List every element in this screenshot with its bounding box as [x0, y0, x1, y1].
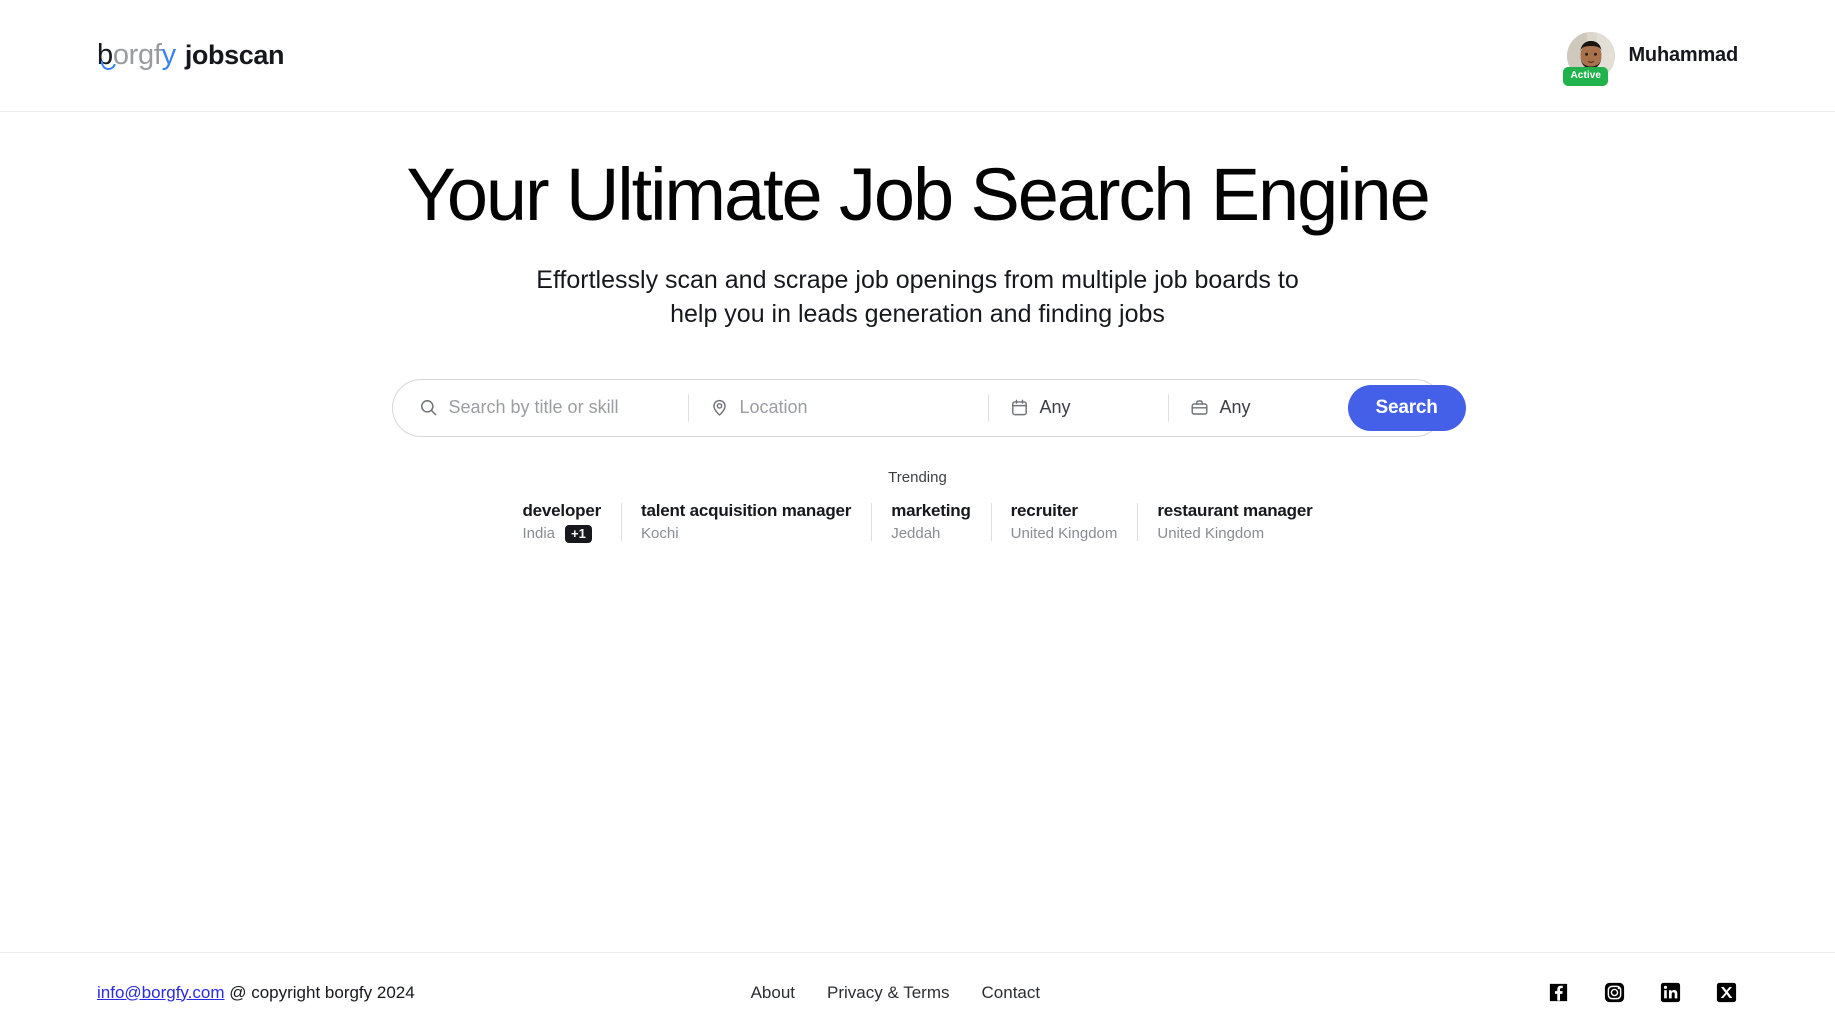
trending-item-location: United Kingdom: [1157, 524, 1265, 542]
app-page: borgfy jobscan Active Muhammad Your Ulti…: [0, 0, 1835, 1032]
footer-nav: About Privacy & Terms Contact: [415, 983, 1546, 1003]
date-posted-select[interactable]: Any: [988, 380, 1168, 436]
trending-item-title: talent acquisition manager: [641, 500, 852, 520]
trending-item-title: recruiter: [1010, 500, 1078, 520]
job-search-bar: Any Any Search: [391, 378, 1466, 437]
app-footer: info@borgfy.com @ copyright borgfy 2024 …: [0, 952, 1835, 1032]
calendar-icon: [1010, 398, 1029, 417]
trending-item[interactable]: talent acquisition manager Kochi: [621, 501, 871, 543]
app-header: borgfy jobscan Active Muhammad: [0, 0, 1835, 112]
briefcase-icon: [1190, 398, 1209, 417]
footer-social-links: [1546, 981, 1738, 1005]
x-twitter-icon[interactable]: [1714, 981, 1738, 1005]
logo-letters-orgf: orgf: [112, 39, 162, 71]
date-posted-value: Any: [1039, 397, 1071, 418]
trending-item[interactable]: restaurant manager United Kingdom: [1137, 501, 1332, 543]
user-profile-menu[interactable]: Active Muhammad: [1563, 31, 1738, 86]
trending-item-meta: Kochi: [641, 525, 851, 542]
trending-item-meta: United Kingdom: [1157, 525, 1312, 542]
brand-logo[interactable]: borgfy jobscan: [97, 41, 284, 70]
trending-item-title: marketing: [891, 500, 971, 520]
search-button[interactable]: Search: [1347, 384, 1466, 431]
avatar-wrapper: Active: [1563, 31, 1616, 86]
footer-link-privacy-terms[interactable]: Privacy & Terms: [827, 983, 950, 1003]
trending-item-title: developer: [522, 500, 601, 520]
footer-copyright-text: @ copyright borgfy 2024: [224, 982, 415, 1002]
logo-mark: borgfy: [97, 41, 176, 70]
trending-item-location: India: [522, 525, 556, 543]
trending-item-location: Kochi: [641, 524, 679, 542]
status-badge: Active: [1563, 66, 1609, 86]
footer-copyright: info@borgfy.com @ copyright borgfy 2024: [97, 983, 415, 1003]
trending-list: developer India +1 talent acquisition ma…: [502, 501, 1332, 543]
logo-product-name: jobscan: [184, 40, 285, 70]
page-subtitle: Effortlessly scan and scrape job opening…: [536, 265, 1299, 329]
instagram-icon[interactable]: [1602, 981, 1626, 1005]
trending-item[interactable]: marketing Jeddah: [871, 501, 990, 543]
trending-item-meta: United Kingdom: [1011, 525, 1118, 542]
trending-item-meta: Jeddah: [891, 525, 970, 542]
linkedin-icon[interactable]: [1658, 981, 1682, 1005]
footer-link-about[interactable]: About: [751, 983, 795, 1003]
footer-email-link[interactable]: info@borgfy.com: [97, 983, 225, 1002]
job-type-select[interactable]: Any: [1168, 380, 1348, 436]
logo-letter-b: b: [97, 39, 113, 71]
trending-item-title: restaurant manager: [1157, 500, 1313, 520]
trending-item-meta: India +1: [522, 524, 601, 543]
location-pin-icon: [710, 398, 729, 417]
user-name: Muhammad: [1628, 44, 1738, 66]
logo-letter-y: y: [161, 39, 177, 71]
keyword-field[interactable]: [393, 380, 688, 436]
job-type-value: Any: [1219, 397, 1251, 418]
trending-item[interactable]: developer India +1: [502, 501, 621, 543]
location-field[interactable]: [688, 380, 988, 436]
main-content: Your Ultimate Job Search Engine Effortle…: [0, 112, 1835, 952]
page-title: Your Ultimate Job Search Engine: [406, 153, 1430, 236]
facebook-icon[interactable]: [1546, 981, 1570, 1005]
location-input[interactable]: [739, 397, 988, 419]
search-icon: [419, 398, 438, 417]
search-input[interactable]: [448, 397, 688, 419]
trending-item-more-badge: +1: [565, 524, 592, 543]
footer-link-contact[interactable]: Contact: [982, 983, 1041, 1003]
trending-item-location: Jeddah: [891, 524, 941, 542]
trending-label: Trending: [888, 468, 947, 486]
trending-item-location: United Kingdom: [1010, 524, 1118, 542]
trending-item[interactable]: recruiter United Kingdom: [990, 500, 1138, 543]
